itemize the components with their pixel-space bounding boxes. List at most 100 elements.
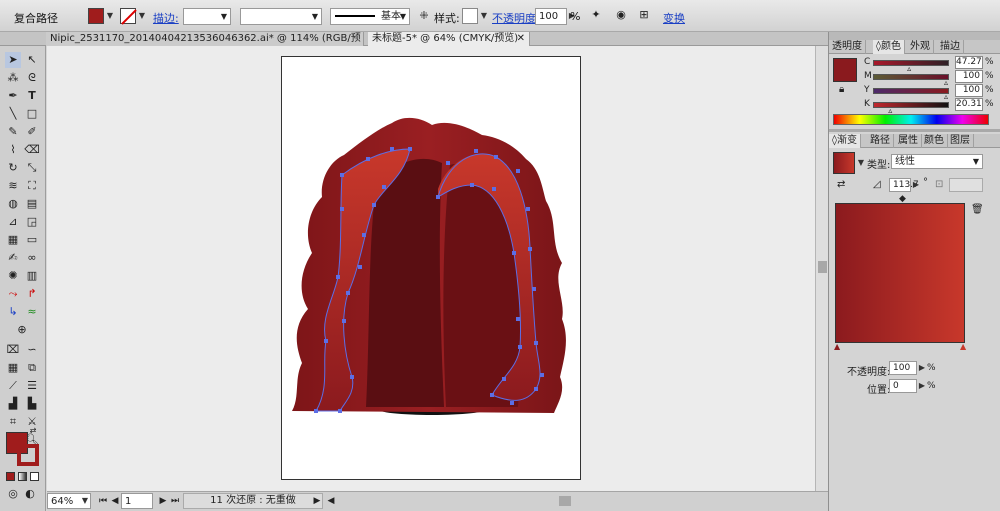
- graph-line-tool-icon[interactable]: ⟋: [5, 378, 21, 394]
- shape-builder-tool-icon[interactable]: ◍: [5, 196, 21, 212]
- slider-thumb-icon[interactable]: ▵: [944, 92, 948, 101]
- mesh-tool-icon[interactable]: ▦: [5, 232, 21, 248]
- channel-y-value[interactable]: 100: [955, 84, 983, 97]
- column-graph-tool-icon[interactable]: ▥: [24, 268, 40, 284]
- gradient-stop-start[interactable]: ▲: [834, 342, 840, 351]
- gradient-angle-field[interactable]: 113.7: [889, 178, 919, 192]
- blend-tool-icon[interactable]: ∞: [24, 250, 40, 266]
- eyedropper-tool-icon[interactable]: ✍: [5, 250, 21, 266]
- anchor-point-tool-icon[interactable]: ⤳: [5, 286, 21, 302]
- stop-location-field[interactable]: 0: [889, 379, 917, 393]
- color-spectrum-ramp[interactable]: [833, 114, 989, 125]
- scroll-left-icon[interactable]: ◀: [323, 493, 339, 509]
- tab-transparency[interactable]: 透明度: [829, 40, 866, 54]
- pencil-tool-icon[interactable]: ✐: [24, 124, 40, 140]
- gradient-mode-icon[interactable]: [18, 472, 27, 481]
- reverse-gradient-icon[interactable]: ⇄: [837, 179, 845, 190]
- trash-icon[interactable]: 🗑︎: [971, 204, 984, 215]
- convert-anchor-tool-icon[interactable]: ↱: [24, 286, 40, 302]
- doc-tab-nipic[interactable]: Nipic_2531170_20140404213536046362.ai* @…: [46, 32, 364, 58]
- symbol-sprayer-tool-icon[interactable]: ✺: [5, 268, 21, 284]
- screen-mode-icon[interactable]: ◐: [22, 486, 38, 502]
- gradient-angle-arrow[interactable]: ▶: [911, 177, 921, 193]
- doc-tab-untitled[interactable]: 未标题-5* @ 64% (CMYK/预览) ✕: [368, 32, 530, 46]
- tab-attributes[interactable]: 属性: [895, 134, 922, 148]
- scale-tool-icon[interactable]: ⤡: [24, 160, 40, 176]
- out-of-gamut-icon[interactable]: 🔒︎: [839, 84, 844, 95]
- slider-thumb-icon[interactable]: ▵: [944, 78, 948, 87]
- crosshair-tool-icon[interactable]: ⊕: [14, 322, 30, 338]
- stroke-panel-link[interactable]: 描边:: [153, 10, 179, 26]
- warp-tool-icon[interactable]: ≋: [5, 178, 21, 194]
- fill-dropdown-arrow[interactable]: ▼: [105, 8, 115, 24]
- horizontal-scroll-thumb[interactable]: [559, 496, 571, 506]
- lasso-tool-icon[interactable]: ᘓ: [24, 70, 40, 86]
- isolate-icon[interactable]: ◉: [613, 7, 629, 23]
- none-mode-icon[interactable]: [30, 472, 39, 481]
- opacity-panel-link[interactable]: 不透明度:: [492, 10, 540, 26]
- channel-c-value[interactable]: 47.27: [955, 56, 983, 69]
- type-tool-icon[interactable]: T: [24, 88, 40, 104]
- hair-artwork[interactable]: [282, 57, 582, 481]
- stroke-weight-field[interactable]: ▼: [183, 8, 231, 25]
- gradient-slider-preview[interactable]: [835, 203, 965, 343]
- graphic-style-swatch[interactable]: [462, 8, 478, 24]
- selection-tool-icon[interactable]: ➤: [5, 52, 21, 68]
- graphic-style-dropdown[interactable]: ▼: [479, 8, 489, 24]
- draw-normal-icon[interactable]: ◎: [5, 486, 21, 502]
- brush-definition[interactable]: 基本 ▼: [330, 8, 410, 25]
- zoom-area-tool-icon[interactable]: ⧉: [24, 360, 40, 376]
- tab-layers[interactable]: 图层: [947, 134, 974, 148]
- rotate-tool-icon[interactable]: ↻: [5, 160, 21, 176]
- pen-tool-icon[interactable]: ✒: [5, 88, 21, 104]
- direct-selection-tool-icon[interactable]: ↖: [24, 52, 40, 68]
- color-mode-icon[interactable]: [6, 472, 15, 481]
- gradient-preset-dropdown[interactable]: ▼: [856, 155, 866, 171]
- tab-pathfinder[interactable]: 路径: [867, 134, 894, 148]
- align-icon[interactable]: ⊞: [636, 7, 652, 23]
- stroke-box[interactable]: [17, 444, 39, 466]
- tab-gradient[interactable]: ◊渐变: [829, 134, 861, 148]
- stop-location-arrow[interactable]: ▶: [917, 378, 927, 394]
- tab-color[interactable]: ◊颜色: [873, 40, 905, 54]
- zoom-dropdown-arrow[interactable]: ▼: [80, 493, 90, 509]
- tab-color-2[interactable]: 颜色: [921, 134, 948, 148]
- channel-m-slider[interactable]: ▵: [873, 74, 949, 87]
- gradient-type-select[interactable]: 线性 ▼: [891, 154, 983, 169]
- stroke-none-swatch[interactable]: [120, 8, 137, 25]
- perspective-selection-tool-icon[interactable]: ◲: [24, 214, 40, 230]
- bar-chart-tool-icon[interactable]: ▟: [5, 396, 21, 412]
- grid-tool-icon[interactable]: ▦: [5, 360, 21, 376]
- gradient-stop-end[interactable]: ▲: [960, 342, 966, 351]
- transform-panel-link[interactable]: 变换: [663, 10, 685, 26]
- recolor-artwork-icon[interactable]: ✦: [588, 7, 604, 23]
- line-tool-icon[interactable]: ╲: [5, 106, 21, 122]
- perspective-grid-tool-icon[interactable]: ⊿: [5, 214, 21, 230]
- artboard[interactable]: [281, 56, 581, 480]
- stroke-options-icon[interactable]: ⁜: [416, 8, 432, 24]
- paintbrush-tool-icon[interactable]: ✎: [5, 124, 21, 140]
- stop-opacity-field[interactable]: 100: [889, 361, 917, 375]
- channel-k-value[interactable]: 20.31: [955, 98, 983, 111]
- magic-wand-tool-icon[interactable]: ⁂: [5, 70, 21, 86]
- artboard-tool-icon[interactable]: ⌧: [5, 342, 21, 358]
- free-transform-tool-icon[interactable]: ⛶: [24, 178, 40, 194]
- stacked-chart-tool-icon[interactable]: ▙: [24, 396, 40, 412]
- stop-opacity-arrow[interactable]: ▶: [917, 360, 927, 376]
- crop-tool-icon[interactable]: ⌗: [5, 414, 21, 430]
- gradient-tool-icon[interactable]: ▭: [24, 232, 40, 248]
- swap-arrows-icon[interactable]: ⇄: [28, 426, 38, 436]
- rectangle-tool-icon[interactable]: □: [24, 106, 40, 122]
- artboard-number-field[interactable]: 1: [121, 493, 153, 509]
- close-icon[interactable]: ✕: [517, 32, 525, 46]
- blob-brush-tool-icon[interactable]: ⌇: [5, 142, 21, 158]
- align-tool-icon[interactable]: ☰: [24, 378, 40, 394]
- scroll-thumb[interactable]: [818, 261, 827, 273]
- vertical-scrollbar[interactable]: [815, 46, 828, 491]
- tab-appearance[interactable]: 外观: [907, 40, 934, 54]
- panel-collapse-bar[interactable]: [829, 32, 1000, 40]
- live-paint-tool-icon[interactable]: ▤: [24, 196, 40, 212]
- channel-c-slider[interactable]: ▵: [873, 60, 949, 73]
- gradient-preview-swatch[interactable]: [833, 152, 855, 174]
- eraser-tool-icon[interactable]: ⌫: [24, 142, 40, 158]
